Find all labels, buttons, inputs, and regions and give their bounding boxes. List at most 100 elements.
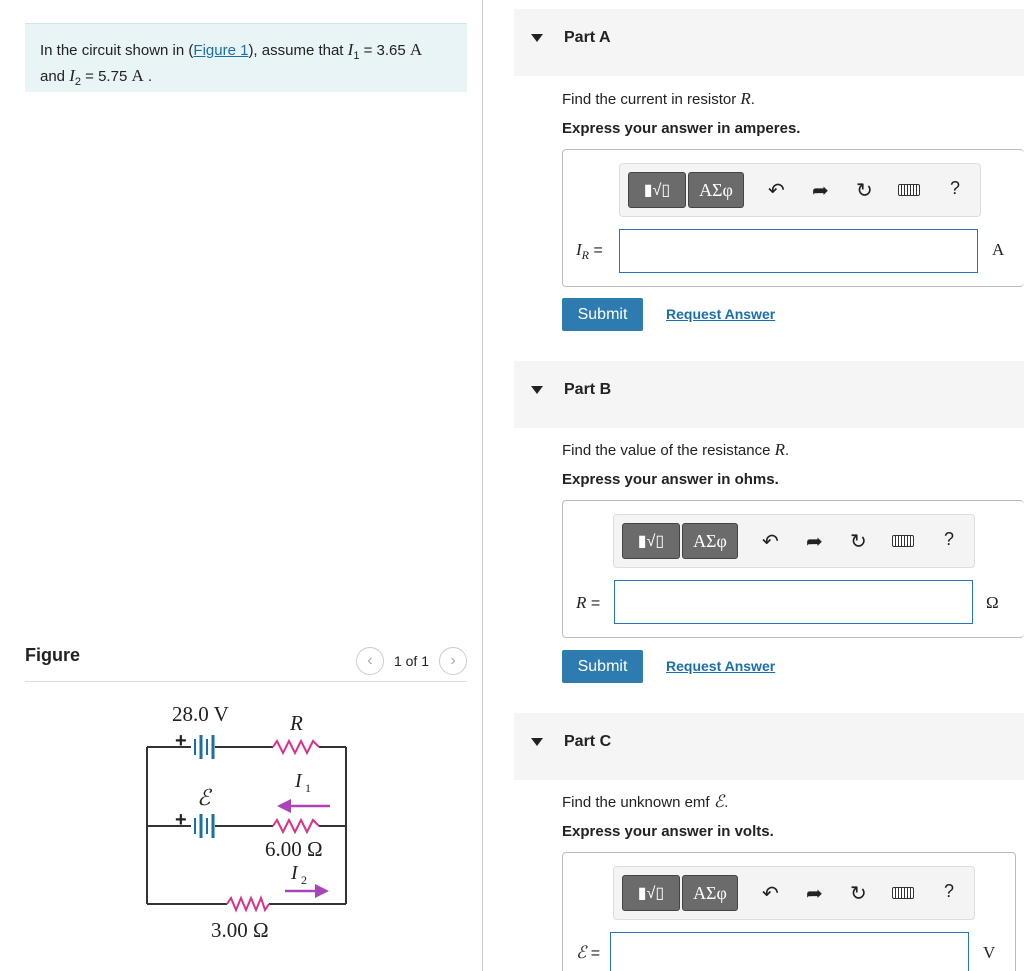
- arrow-i1: [277, 799, 330, 813]
- figure-title: Figure: [25, 645, 81, 665]
- part-b-answer-input[interactable]: [614, 580, 973, 624]
- resistor-3ohm: [226, 895, 270, 913]
- battery-top: [194, 735, 215, 759]
- part-a-prompt-symbol: R: [740, 89, 751, 108]
- part-c-title: Part C: [564, 733, 612, 750]
- part-c-header[interactable]: Part C: [514, 713, 1024, 780]
- resistor-3ohm-label: 3.00 Ω: [211, 918, 269, 942]
- part-c-prompt-symbol: ℰ: [713, 792, 725, 811]
- redo-icon[interactable]: ➦: [806, 881, 823, 906]
- part-a-request-answer-link[interactable]: Request Answer: [666, 306, 775, 322]
- part-b-request-answer-link[interactable]: Request Answer: [666, 658, 775, 674]
- greek-button[interactable]: ΑΣφ: [682, 875, 738, 911]
- part-b-prompt: Find the value of the resistance R.: [562, 440, 789, 460]
- chevron-left-icon[interactable]: ‹: [355, 647, 384, 675]
- r-symbol: R: [576, 593, 587, 612]
- resistor-r-label: R: [289, 711, 303, 735]
- redo-icon[interactable]: ➦: [812, 178, 829, 203]
- part-c-answer-box: ▮√▯ ΑΣφ ↶ ➦ ↻ ? ℰ = V: [562, 852, 1016, 971]
- resistor-6ohm-label: 6.00 Ω: [265, 837, 323, 861]
- emf-eq: =: [586, 945, 601, 962]
- ir-sub: R: [581, 248, 590, 263]
- circuit-diagram: 28.0 V + R ℰ + I 1 6.00 Ω I 2 3.00 Ω: [146, 702, 347, 942]
- part-b-submit-button[interactable]: Submit: [562, 650, 643, 683]
- keyboard-icon[interactable]: [892, 887, 914, 899]
- plus-top: +: [175, 730, 187, 752]
- figure-pager: ‹ 1 of 1 ›: [355, 647, 467, 675]
- undo-icon[interactable]: ↶: [762, 881, 779, 906]
- resistor-r: [272, 738, 320, 756]
- greek-button[interactable]: ΑΣφ: [688, 172, 744, 208]
- part-c-prompt: Find the unknown emf ℰ.: [562, 792, 728, 812]
- plus-emf: +: [175, 809, 187, 831]
- templates-button[interactable]: ▮√▯: [628, 172, 686, 208]
- ir-eq: =: [589, 242, 603, 259]
- reset-icon[interactable]: ↻: [856, 178, 873, 203]
- part-a-header[interactable]: Part A: [514, 9, 1024, 76]
- part-b-header[interactable]: Part B: [514, 361, 1024, 428]
- i2-value: = 5.75: [81, 68, 132, 85]
- i1-sub-label: 1: [305, 781, 311, 795]
- i1-label: I: [294, 770, 303, 792]
- help-button[interactable]: ?: [944, 881, 954, 902]
- part-c-answer-label: ℰ =: [576, 943, 600, 963]
- problem-statement: In the circuit shown in (Figure 1), assu…: [25, 23, 467, 92]
- column-divider: [482, 0, 483, 971]
- part-b-answer-label: R =: [576, 593, 600, 613]
- part-b-prompt-symbol: R: [774, 440, 786, 459]
- emf-symbol: ℰ: [576, 943, 587, 962]
- problem-text-mid: ), assume that: [248, 42, 348, 59]
- i1-value: = 3.65: [359, 42, 410, 59]
- part-a-prompt-text: Find the current in resistor: [562, 91, 741, 108]
- part-b-title: Part B: [564, 381, 612, 398]
- keyboard-icon[interactable]: [892, 535, 914, 547]
- part-a-title: Part A: [564, 29, 611, 46]
- part-a-answer-label: IR =: [576, 240, 603, 263]
- part-a-toolbar: ▮√▯ ΑΣφ ↶ ➦ ↻ ?: [619, 163, 981, 217]
- part-c-unit: V: [983, 943, 996, 962]
- part-c-prompt-end: .: [724, 794, 729, 811]
- part-a-prompt-end: .: [750, 91, 755, 108]
- i2-unit: A: [131, 66, 144, 85]
- i2-label: I: [290, 862, 299, 884]
- i2-sub-label: 2: [301, 873, 307, 887]
- part-a-instruction: Express your answer in amperes.: [562, 120, 801, 137]
- part-a-submit-button[interactable]: Submit: [562, 298, 643, 331]
- redo-icon[interactable]: ➦: [806, 529, 823, 554]
- resistor-6ohm: [272, 817, 320, 835]
- battery-emf: [194, 814, 215, 838]
- pager-text: 1 of 1: [393, 653, 429, 669]
- arrow-i2: [285, 884, 329, 898]
- collapse-triangle-icon[interactable]: [531, 386, 543, 394]
- templates-button[interactable]: ▮√▯: [622, 523, 680, 559]
- help-button[interactable]: ?: [944, 529, 954, 550]
- part-c-prompt-text: Find the unknown emf: [562, 794, 714, 811]
- figure-header: Figure ‹ 1 of 1 ›: [25, 640, 467, 682]
- figure-link[interactable]: Figure 1: [193, 42, 248, 59]
- part-a-answer-box: ▮√▯ ΑΣφ ↶ ➦ ↻ ? IR = A: [562, 149, 1024, 287]
- problem-end: .: [143, 68, 153, 85]
- i1-unit: A: [409, 40, 423, 59]
- part-c-toolbar: ▮√▯ ΑΣφ ↶ ➦ ↻ ?: [613, 866, 975, 920]
- templates-button[interactable]: ▮√▯: [622, 875, 680, 911]
- reset-icon[interactable]: ↻: [850, 529, 867, 554]
- part-c-answer-input[interactable]: [610, 932, 969, 971]
- part-a-answer-input[interactable]: [619, 229, 978, 273]
- part-b-unit: Ω: [986, 593, 999, 612]
- part-b-answer-box: ▮√▯ ΑΣφ ↶ ➦ ↻ ? R = Ω: [562, 500, 1024, 638]
- help-button[interactable]: ?: [950, 178, 960, 199]
- collapse-triangle-icon[interactable]: [531, 738, 543, 746]
- battery-top-label: 28.0 V: [172, 702, 229, 726]
- chevron-right-icon[interactable]: ›: [439, 647, 467, 675]
- part-a-unit: A: [992, 240, 1005, 259]
- greek-button[interactable]: ΑΣφ: [682, 523, 738, 559]
- collapse-triangle-icon[interactable]: [531, 34, 543, 42]
- r-eq: =: [586, 595, 601, 612]
- undo-icon[interactable]: ↶: [762, 529, 779, 554]
- keyboard-icon[interactable]: [898, 184, 920, 196]
- undo-icon[interactable]: ↶: [768, 178, 785, 203]
- part-b-toolbar: ▮√▯ ΑΣφ ↶ ➦ ↻ ?: [613, 514, 975, 568]
- reset-icon[interactable]: ↻: [850, 881, 867, 906]
- part-b-prompt-end: .: [785, 442, 790, 459]
- problem-text: In the circuit shown in (: [40, 42, 194, 59]
